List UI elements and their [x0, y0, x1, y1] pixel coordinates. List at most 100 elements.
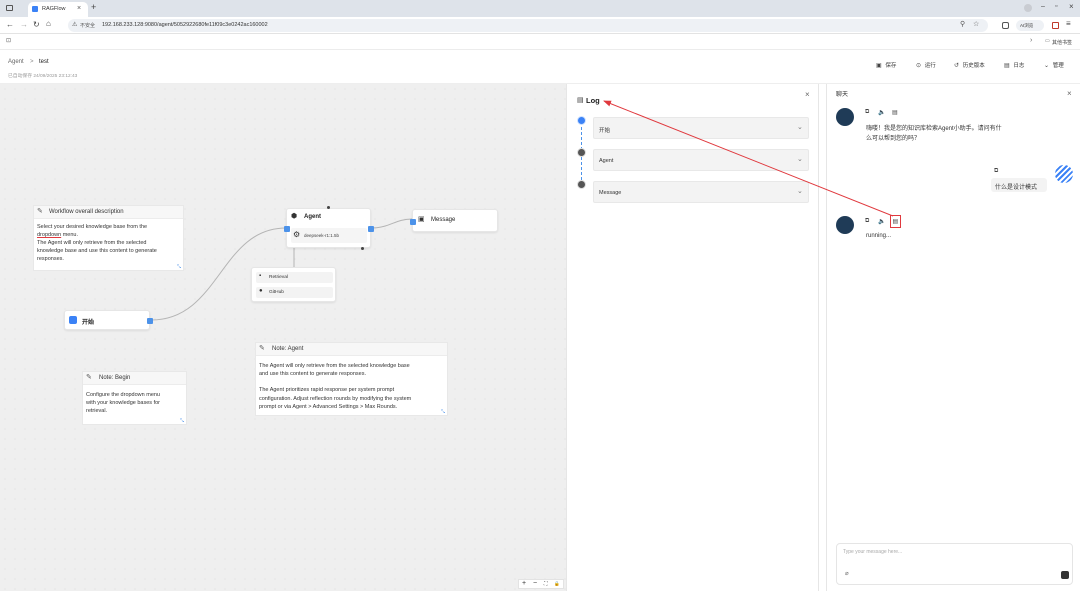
agent-input-port[interactable]	[284, 226, 290, 232]
home-icon[interactable]: ⌂	[46, 19, 51, 28]
chat-input-box[interactable]: Type your message here... ⌀	[836, 543, 1073, 585]
message-node-icon: ▣	[418, 216, 425, 223]
log-close-icon[interactable]: ×	[805, 90, 810, 99]
copy-icon[interactable]: ⧉	[865, 218, 869, 225]
url-field[interactable]: ⚠ 不安全 192.168.233.128:9080/agent/5052922…	[68, 19, 988, 32]
back-icon[interactable]: ←	[6, 20, 14, 29]
run-icon: ⊙	[916, 63, 922, 69]
insecure-label: 不安全	[80, 23, 96, 29]
note-begin[interactable]: ✎ Note: Begin Configure the dropdown men…	[82, 371, 187, 425]
resize-handle-icon[interactable]: ⤡	[180, 418, 184, 424]
timeline-step-begin-icon	[577, 116, 586, 125]
note-line: Select your desired knowledge base from …	[37, 224, 148, 230]
favorite-star-icon[interactable]: ☆	[973, 20, 979, 28]
note-header: ✎ Workflow overall description	[34, 206, 183, 219]
breadcrumb-current: test	[39, 59, 49, 65]
agent-node[interactable]: ⬢ Agent ⚙ deepseek-r1:1.5b	[284, 206, 374, 250]
agent-output-port[interactable]	[368, 226, 374, 232]
run-button[interactable]: ⊙ 运行	[916, 61, 936, 69]
zoom-in-icon[interactable]: +	[522, 580, 526, 587]
zoom-out-icon[interactable]: −	[533, 580, 537, 587]
agent-bottom-handle[interactable]	[361, 247, 364, 250]
note-workflow-description[interactable]: ✎ Workflow overall description Select yo…	[33, 205, 184, 271]
agent-model-field[interactable]: ⚙ deepseek-r1:1.5b	[291, 228, 367, 243]
bookmark-app-icon[interactable]: ⊡	[6, 37, 11, 44]
tool-retrieval[interactable]: ▪ Retrieval	[256, 272, 333, 283]
message-input-port[interactable]	[410, 219, 416, 225]
url-text: 192.168.233.128:9080/agent/5052922680fe1…	[102, 22, 268, 28]
note-line: responses.	[37, 256, 64, 262]
resize-handle-icon[interactable]: ⤡	[441, 409, 445, 415]
resize-handle-icon[interactable]: ⤡	[177, 264, 181, 270]
bot-message-line: 嗨喽！我是您的知识库检索Agent小助手。请问有什	[866, 126, 1002, 132]
bot-running-text: running...	[866, 233, 892, 239]
attachment-icon[interactable]: ⌀	[845, 570, 849, 577]
note-title: Note: Begin	[99, 375, 131, 381]
bot-message-line: 么可以帮到您的吗？	[866, 136, 921, 142]
log-step-label: Message	[599, 190, 622, 196]
note-line: retrieval.	[86, 408, 108, 414]
zoom-controls: + − ⛶ 🔒	[518, 579, 564, 589]
note-agent[interactable]: ✎ Note: Agent The Agent will only retrie…	[255, 342, 448, 416]
fit-view-icon[interactable]: ⛶	[544, 581, 548, 587]
user-avatar	[1055, 165, 1073, 183]
agent-tools-node[interactable]: ▪ Retrieval ● GitHub	[251, 267, 336, 302]
log-button[interactable]: ▤ 日志	[1004, 61, 1024, 69]
browser-tab[interactable]: RAGFlow ×	[28, 2, 88, 17]
minimize-icon[interactable]: –	[1041, 3, 1045, 10]
history-label: 历史版本	[962, 63, 985, 69]
agent-model-name: deepseek-r1:1.5b	[304, 233, 340, 238]
extensions-icon[interactable]	[1002, 22, 1009, 29]
begin-node[interactable]: 开始	[64, 310, 153, 330]
dropdown-link[interactable]: dropdown	[37, 232, 61, 238]
window-close-icon[interactable]: ×	[1069, 2, 1074, 11]
speaker-icon[interactable]: 🔈	[878, 218, 885, 225]
tab-close-icon[interactable]: ×	[77, 5, 81, 12]
maximize-icon[interactable]: ▫	[1055, 3, 1057, 10]
copy-icon[interactable]: ⧉	[865, 109, 869, 116]
workflow-canvas[interactable]: ✎ Workflow overall description Select yo…	[0, 84, 566, 591]
timeline-step-message-icon	[577, 180, 586, 189]
tool-github[interactable]: ● GitHub	[256, 287, 333, 298]
menu-icon[interactable]: ≡	[1066, 19, 1071, 28]
bookmarks-chevron-icon[interactable]: ›	[1030, 37, 1032, 44]
speaker-icon[interactable]: 🔈	[878, 109, 885, 116]
ai-browse-label: AI浏览	[1020, 23, 1034, 28]
agent-top-handle[interactable]	[327, 206, 330, 209]
log-step-agent[interactable]: Agent ⌄	[593, 149, 809, 171]
history-icon: ↺	[954, 63, 960, 69]
bot-message-text: 嗨喽！我是您的知识库检索Agent小助手。请问有什 么可以帮到您的吗？	[866, 124, 1002, 144]
lock-icon[interactable]: 🔒	[554, 581, 560, 587]
log-step-message[interactable]: Message ⌄	[593, 181, 809, 203]
note-body: Select your desired knowledge base from …	[37, 223, 157, 263]
log-view-button-highlighted[interactable]: ▤	[890, 215, 901, 228]
tool-retrieval-label: Retrieval	[269, 274, 288, 280]
save-button[interactable]: ▣ 保存	[876, 61, 896, 69]
sidebar-toggle-icon[interactable]	[1052, 22, 1059, 29]
manage-button[interactable]: ⌄ 管理	[1044, 61, 1064, 69]
send-button[interactable]	[1061, 571, 1069, 579]
profile-avatar-icon[interactable]	[1024, 4, 1032, 12]
note-edit-icon: ✎	[259, 345, 265, 352]
new-tab-icon[interactable]: +	[91, 2, 96, 12]
note-line: The Agent will only retrieve from the se…	[37, 240, 147, 246]
message-node[interactable]: ▣ Message	[410, 209, 498, 232]
begin-output-port[interactable]	[147, 318, 153, 324]
forward-icon[interactable]: →	[20, 20, 28, 29]
reload-icon[interactable]: ↻	[33, 20, 40, 29]
location-icon[interactable]: ⚲	[960, 20, 965, 28]
history-button[interactable]: ↺ 历史版本	[954, 61, 985, 69]
browser-tab-bar: RAGFlow × + – ▫ ×	[0, 0, 1080, 17]
autosave-status: 已自动保存 24/09/2025 23:12:43	[8, 74, 78, 79]
chat-close-icon[interactable]: ×	[1067, 89, 1072, 98]
log-panel-icon: ▤	[577, 97, 584, 104]
log-view-icon[interactable]: ▤	[892, 109, 898, 116]
breadcrumb-agent[interactable]: Agent	[8, 59, 24, 65]
note-line: knowledge base and use this content to g…	[37, 248, 157, 254]
ai-browse-button[interactable]: AI浏览	[1016, 20, 1044, 31]
other-bookmarks-label[interactable]: 其他书签	[1052, 39, 1072, 46]
log-step-chevron-icon: ⌄	[797, 156, 803, 163]
log-step-begin[interactable]: 开始 ⌄	[593, 117, 809, 139]
copy-icon[interactable]: ⧉	[994, 168, 998, 175]
tab-actions-icon[interactable]	[6, 5, 13, 11]
